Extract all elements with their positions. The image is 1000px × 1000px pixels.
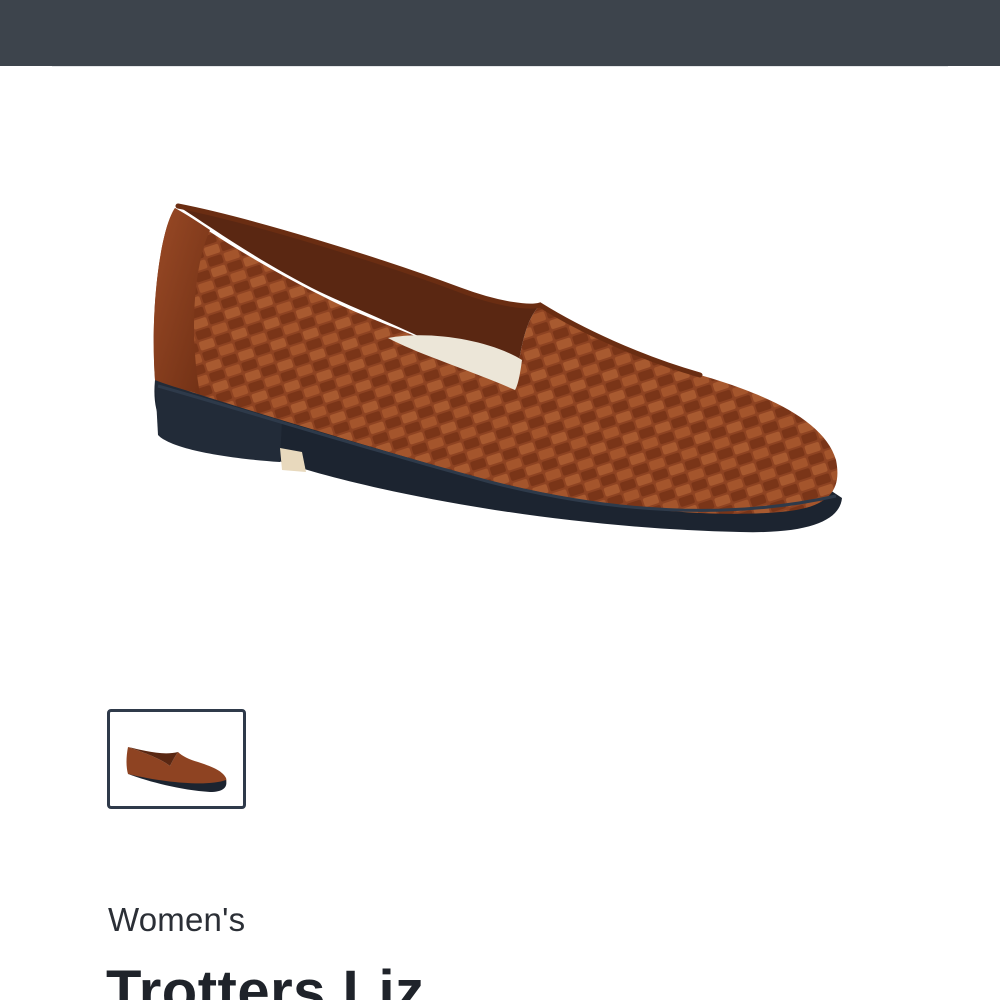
loafer-thumbnail-icon — [126, 747, 227, 792]
main-product-image[interactable] — [130, 190, 870, 570]
content-divider — [52, 66, 948, 67]
product-category: Women's — [108, 901, 246, 938]
product-title: Trotters Liz — [106, 959, 425, 1000]
top-navigation-bar — [0, 0, 1000, 66]
product-thumbnail-1[interactable] — [107, 709, 246, 809]
loafer-illustration — [153, 203, 842, 533]
product-page: Women's Trotters Liz — [0, 0, 1000, 1000]
